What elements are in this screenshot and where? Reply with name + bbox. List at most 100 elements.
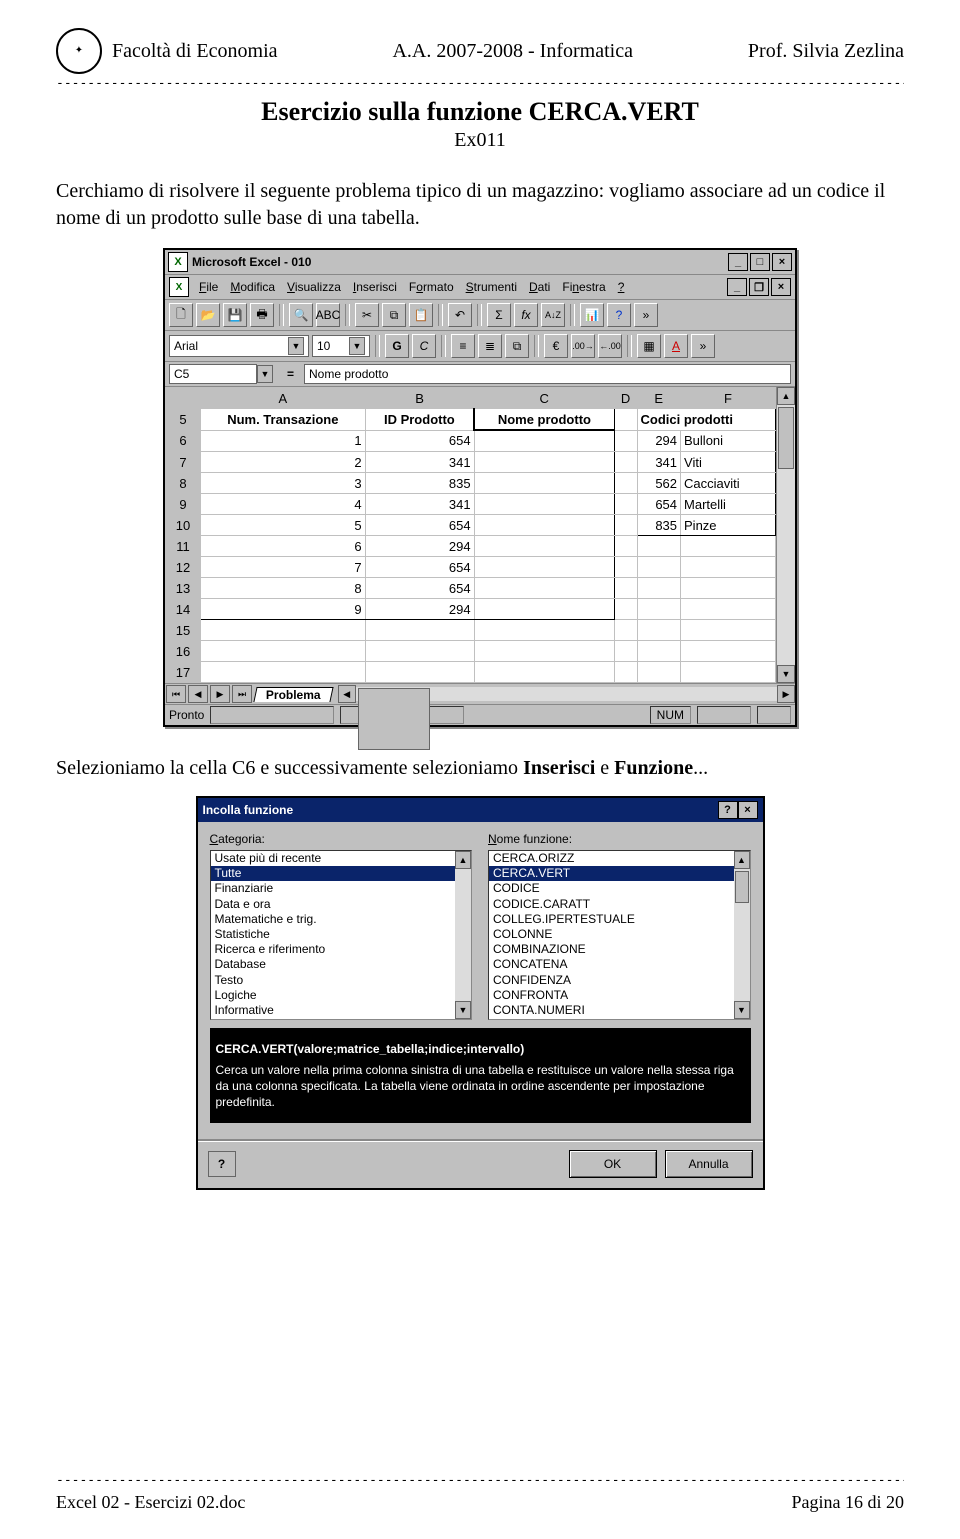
cell[interactable]: 9 bbox=[201, 599, 366, 620]
minimize-button[interactable]: _ bbox=[728, 253, 748, 271]
cell[interactable] bbox=[614, 578, 637, 599]
cell[interactable]: 341 bbox=[637, 452, 681, 473]
col-D-hdr[interactable]: D bbox=[614, 388, 637, 409]
cell[interactable]: 294 bbox=[637, 430, 681, 452]
menu-strumenti[interactable]: Strumenti bbox=[460, 280, 523, 294]
tab-nav-prev-icon[interactable]: ◀ bbox=[188, 685, 208, 703]
cell[interactable] bbox=[474, 557, 614, 578]
cell[interactable] bbox=[614, 473, 637, 494]
cell[interactable] bbox=[637, 641, 681, 662]
row-hdr[interactable]: 16 bbox=[166, 641, 201, 662]
scroll-track[interactable] bbox=[455, 869, 471, 1001]
menu-modifica[interactable]: Modifica bbox=[224, 280, 281, 294]
chevron-down-icon[interactable]: ▼ bbox=[257, 365, 273, 383]
listbox-scrollbar[interactable]: ▲ ▼ bbox=[455, 851, 471, 1019]
scroll-track[interactable] bbox=[734, 869, 750, 1001]
toolbar-overflow-icon[interactable]: » bbox=[634, 303, 658, 327]
horizontal-scrollbar[interactable]: ◀ ▶ bbox=[338, 685, 795, 703]
cell[interactable]: 5 bbox=[201, 515, 366, 536]
category-item[interactable]: Statistiche bbox=[211, 927, 456, 942]
category-item[interactable]: Data e ora bbox=[211, 897, 456, 912]
col-A-hdr[interactable]: A bbox=[201, 388, 366, 409]
cell[interactable] bbox=[474, 494, 614, 515]
formula-input[interactable]: Nome prodotto bbox=[304, 364, 791, 384]
cell[interactable] bbox=[681, 620, 776, 641]
cell[interactable] bbox=[637, 536, 681, 557]
paste-icon[interactable]: 📋 bbox=[409, 303, 433, 327]
function-item[interactable]: CONCATENA bbox=[489, 957, 734, 972]
cell[interactable] bbox=[614, 557, 637, 578]
copy-icon[interactable]: ⧉ bbox=[382, 303, 406, 327]
cell[interactable] bbox=[474, 599, 614, 620]
row-hdr[interactable]: 10 bbox=[166, 515, 201, 536]
row-hdr[interactable]: 6 bbox=[166, 430, 201, 452]
tab-nav-next-icon[interactable]: ▶ bbox=[210, 685, 230, 703]
align-right-icon[interactable]: ≣ bbox=[478, 334, 502, 358]
cell[interactable] bbox=[637, 557, 681, 578]
cell[interactable] bbox=[614, 662, 637, 683]
function-item[interactable]: CERCA.VERT bbox=[489, 866, 734, 881]
cell[interactable] bbox=[614, 599, 637, 620]
cell[interactable]: Num. Transazione bbox=[201, 409, 366, 431]
preview-icon[interactable]: 🔍 bbox=[289, 303, 313, 327]
cell[interactable]: 562 bbox=[637, 473, 681, 494]
function-item[interactable]: CONFIDENZA bbox=[489, 973, 734, 988]
vertical-scrollbar[interactable]: ▲ ▼ bbox=[776, 387, 795, 683]
cell[interactable] bbox=[474, 620, 614, 641]
function-item[interactable]: COLONNE bbox=[489, 927, 734, 942]
font-color-icon[interactable]: A bbox=[664, 334, 688, 358]
scroll-track[interactable] bbox=[777, 405, 795, 665]
cell[interactable] bbox=[474, 430, 614, 452]
row-hdr[interactable]: 8 bbox=[166, 473, 201, 494]
cell[interactable]: Codici prodotti bbox=[637, 409, 775, 431]
cut-icon[interactable]: ✂ bbox=[355, 303, 379, 327]
cell[interactable]: 835 bbox=[637, 515, 681, 536]
menu-formato[interactable]: Formato bbox=[403, 280, 460, 294]
cell[interactable] bbox=[201, 662, 366, 683]
currency-icon[interactable]: € bbox=[544, 334, 568, 358]
tab-nav-last-icon[interactable]: ⏭ bbox=[232, 685, 252, 703]
row-hdr[interactable]: 17 bbox=[166, 662, 201, 683]
maximize-button[interactable]: □ bbox=[750, 253, 770, 271]
category-item[interactable]: Tutte bbox=[211, 866, 456, 881]
cell[interactable]: 6 bbox=[201, 536, 366, 557]
doc-minimize-button[interactable]: _ bbox=[727, 278, 747, 296]
titlebar[interactable]: X Microsoft Excel - 010 _ □ × bbox=[165, 250, 795, 275]
cell[interactable]: 654 bbox=[365, 578, 474, 599]
name-box[interactable]: C5 bbox=[169, 364, 257, 384]
font-size-combo[interactable]: 10 ▼ bbox=[312, 335, 370, 357]
equals-icon[interactable]: = bbox=[287, 367, 294, 381]
spellcheck-icon[interactable]: ABC bbox=[316, 303, 340, 327]
scroll-right-icon[interactable]: ▶ bbox=[777, 685, 795, 703]
listbox-scrollbar[interactable]: ▲ ▼ bbox=[734, 851, 750, 1019]
cell[interactable]: 654 bbox=[365, 557, 474, 578]
col-E-hdr[interactable]: E bbox=[637, 388, 681, 409]
cell[interactable] bbox=[681, 578, 776, 599]
function-item[interactable]: CODICE bbox=[489, 881, 734, 896]
cell[interactable] bbox=[474, 536, 614, 557]
cell[interactable]: 654 bbox=[365, 515, 474, 536]
cell-selected[interactable]: Nome prodotto bbox=[474, 409, 614, 431]
function-item[interactable]: CONTA.NUMERI bbox=[489, 1003, 734, 1018]
toolbar-overflow-icon[interactable]: » bbox=[691, 334, 715, 358]
scroll-up-icon[interactable]: ▲ bbox=[455, 851, 471, 869]
cell[interactable]: 2 bbox=[201, 452, 366, 473]
grid[interactable]: A B C D E F 5 Num. Transazione ID Prodot… bbox=[165, 387, 776, 683]
cell[interactable] bbox=[365, 662, 474, 683]
function-item[interactable]: COMBINAZIONE bbox=[489, 942, 734, 957]
open-icon[interactable]: 📂 bbox=[196, 303, 220, 327]
category-item[interactable]: Testo bbox=[211, 973, 456, 988]
cell[interactable]: 654 bbox=[637, 494, 681, 515]
cell[interactable] bbox=[474, 641, 614, 662]
italic-button[interactable]: C bbox=[412, 334, 436, 358]
merge-center-icon[interactable]: ⧉ bbox=[505, 334, 529, 358]
function-item[interactable]: CONFRONTA bbox=[489, 988, 734, 1003]
cell[interactable] bbox=[681, 641, 776, 662]
scroll-up-icon[interactable]: ▲ bbox=[734, 851, 750, 869]
cell[interactable] bbox=[614, 515, 637, 536]
function-item[interactable]: COLLEG.IPERTESTUALE bbox=[489, 912, 734, 927]
category-item[interactable]: Usate più di recente bbox=[211, 851, 456, 866]
function-item[interactable]: CODICE.CARATT bbox=[489, 897, 734, 912]
cell[interactable]: Martelli bbox=[681, 494, 776, 515]
cell[interactable] bbox=[614, 641, 637, 662]
